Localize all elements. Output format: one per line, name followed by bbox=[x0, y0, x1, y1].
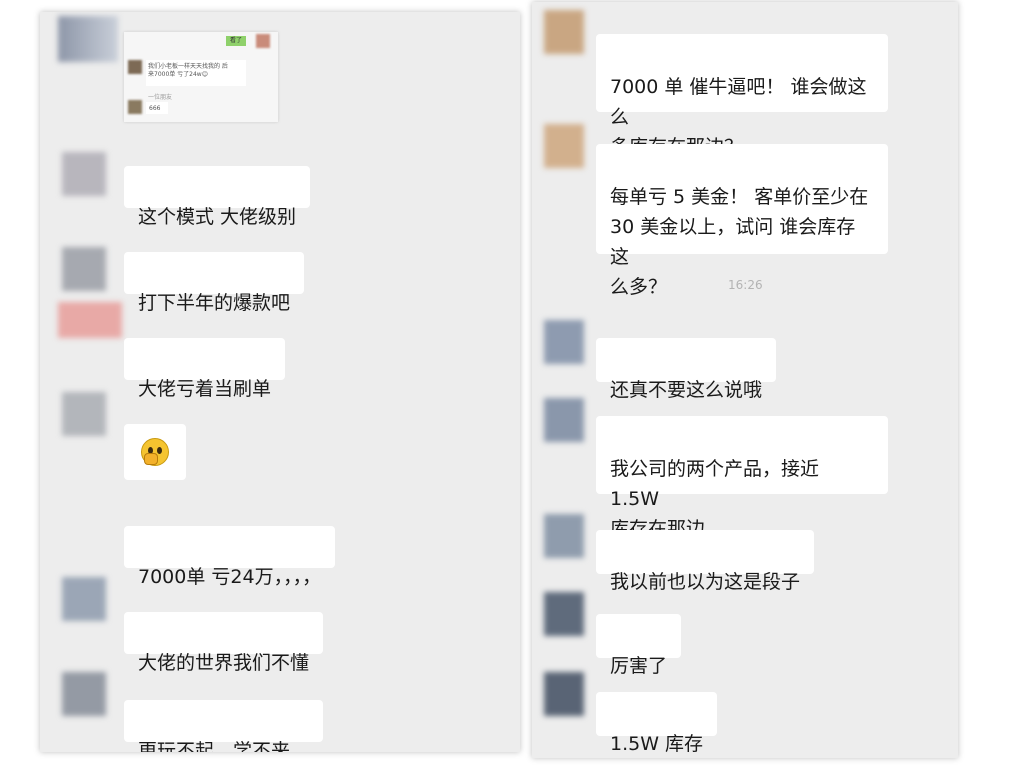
message-bubble[interactable]: 厉害了 bbox=[596, 614, 682, 677]
avatar[interactable] bbox=[544, 592, 584, 636]
message-text: 大佬的世界我们不懂 bbox=[138, 652, 310, 674]
avatar[interactable] bbox=[58, 16, 118, 62]
avatar[interactable] bbox=[62, 577, 106, 621]
avatar bbox=[256, 34, 270, 48]
message-bubble[interactable]: 7000 单 催牛逼吧！ 谁会做这么 多库存在那边？ bbox=[596, 34, 888, 158]
avatar[interactable] bbox=[544, 124, 584, 168]
avatar[interactable] bbox=[58, 302, 122, 338]
message-text: 更玩不起，学不来。 bbox=[138, 740, 310, 752]
thumbnail-text: 一位朋友 bbox=[148, 94, 173, 101]
avatar[interactable] bbox=[544, 10, 584, 54]
message-bubble[interactable]: 7000单 亏24万，，，， bbox=[124, 526, 336, 588]
message-bubble[interactable]: 1.5W 库存 bbox=[596, 692, 718, 755]
message-bubble[interactable]: 每单亏 5 美金！ 客单价至少在 30 美金以上，试问 谁会库存这 么多？ bbox=[596, 144, 888, 298]
avatar[interactable] bbox=[62, 152, 106, 196]
right-chat-panel: 7000 单 催牛逼吧！ 谁会做这么 多库存在那边？ 每单亏 5 美金！ 客单价… bbox=[532, 2, 958, 758]
thumbnail-text: 来7000单 亏了24w😊 bbox=[148, 71, 208, 78]
message-bubble[interactable]: 我以前也以为这是段子 bbox=[596, 530, 815, 593]
message-text: 1.5W 库存 bbox=[610, 733, 704, 755]
avatar[interactable] bbox=[544, 398, 584, 442]
message-text: 打下半年的爆款吧 bbox=[138, 292, 291, 314]
message-text: 还真不要这么说哦 bbox=[610, 379, 763, 401]
message-bubble[interactable]: 更玩不起，学不来。 bbox=[124, 700, 324, 752]
thumbnail-text: 666 bbox=[149, 105, 161, 112]
avatar[interactable] bbox=[62, 392, 106, 436]
message-text: 大佬亏着当刷单 bbox=[138, 378, 272, 400]
message-timestamp: 16:26 bbox=[728, 278, 763, 292]
message-text: 这个模式 大佬级别 bbox=[138, 206, 297, 228]
forwarded-screenshot-image[interactable]: 看了 我们小老板一样天天找我的 后 来7000单 亏了24w😊 一位朋友 666 bbox=[124, 32, 278, 122]
left-chat-panel: 看了 我们小老板一样天天找我的 后 来7000单 亏了24w😊 一位朋友 666… bbox=[40, 12, 520, 752]
avatar[interactable] bbox=[544, 672, 584, 716]
emoji-message-bubble[interactable] bbox=[124, 424, 186, 480]
message-bubble[interactable]: 大佬亏着当刷单 bbox=[124, 338, 286, 400]
message-bubble[interactable]: 这个模式 大佬级别 bbox=[124, 166, 311, 228]
message-text: 7000单 亏24万，，，， bbox=[138, 566, 322, 588]
message-text: 厉害了 bbox=[610, 655, 668, 677]
avatar[interactable] bbox=[544, 514, 584, 558]
message-bubble[interactable]: 大佬的世界我们不懂 bbox=[124, 612, 324, 674]
message-bubble[interactable]: 打下半年的爆款吧 bbox=[124, 252, 305, 314]
avatar bbox=[128, 60, 142, 74]
message-text: 我以前也以为这是段子 bbox=[610, 571, 801, 593]
avatar bbox=[128, 100, 142, 114]
thinking-face-icon bbox=[141, 438, 169, 466]
avatar[interactable] bbox=[544, 320, 584, 364]
message-bubble[interactable]: 我公司的两个产品，接近 1.5W 库存在那边 bbox=[596, 416, 888, 540]
message-bubble[interactable]: 还真不要这么说哦 bbox=[596, 338, 777, 401]
avatar[interactable] bbox=[62, 672, 106, 716]
thumbnail-text: 我们小老板一样天天找我的 后 bbox=[148, 63, 228, 70]
avatar[interactable] bbox=[62, 247, 106, 291]
thumbnail-tag: 看了 bbox=[226, 36, 246, 46]
